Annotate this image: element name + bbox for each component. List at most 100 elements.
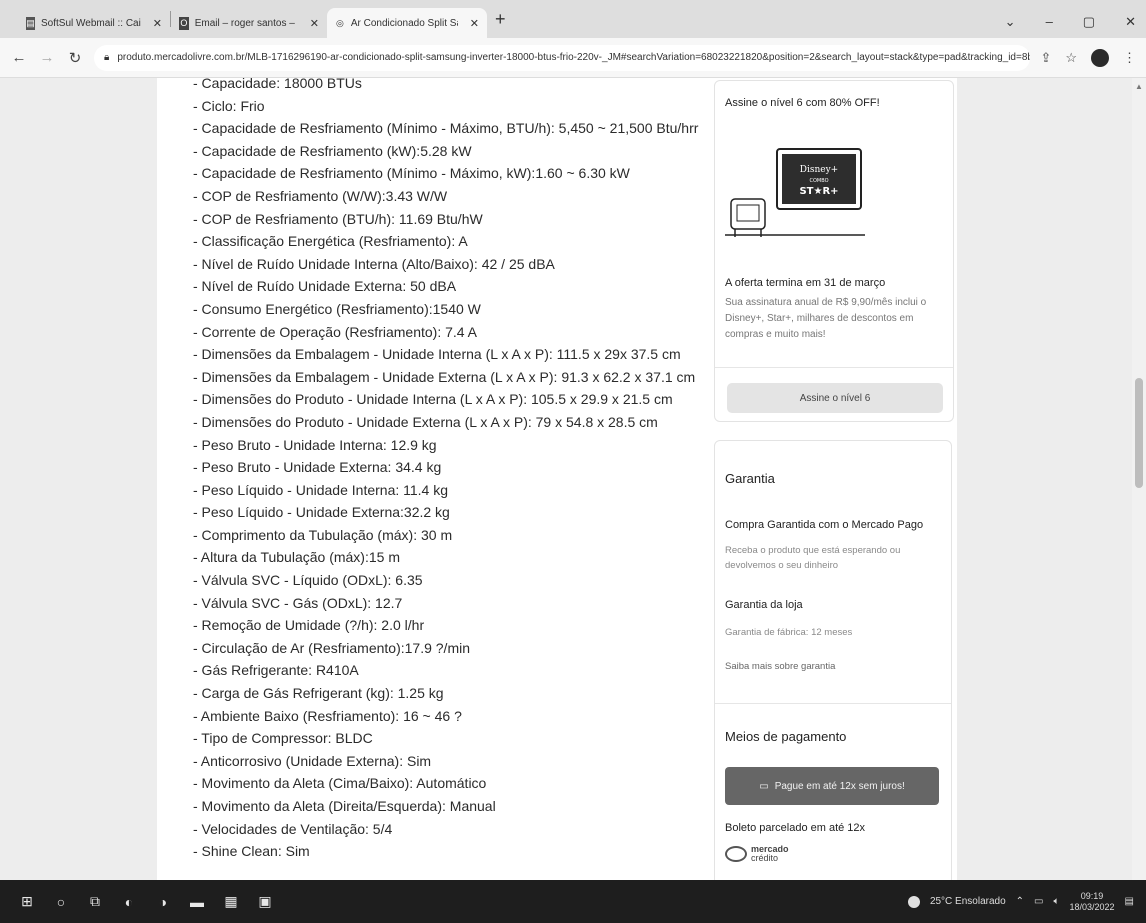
task-view-icon[interactable]: ⧉ (78, 880, 112, 923)
tray-chevron-icon[interactable]: ⌃ (1016, 896, 1024, 907)
brand-line-2: crédito (751, 853, 779, 863)
clock-date: 18/03/2022 (1069, 901, 1115, 912)
tab-mercadolivre[interactable]: ◎ Ar Condicionado Split Samsung ✕ (327, 8, 487, 38)
tab-outlook[interactable]: O Email – roger santos – Outlook ✕ (171, 8, 327, 38)
close-icon[interactable]: ✕ (310, 17, 319, 30)
close-window-icon[interactable]: ✕ (1125, 14, 1136, 30)
spec-item: - Dimensões da Embalagem - Unidade Inter… (193, 346, 681, 363)
reload-icon[interactable]: ↻ (66, 49, 84, 67)
clock[interactable]: 09:19 18/03/2022 (1070, 891, 1115, 913)
warranty-title: Garantia (725, 471, 775, 486)
webmail-icon: ▤ (26, 16, 35, 30)
spec-item: - Capacidade de Resfriamento (Mínimo - M… (193, 120, 699, 137)
spec-item: - Peso Bruto - Unidade Interna: 12.9 kg (193, 436, 437, 453)
spec-item: - Comprimento da Tubulação (máx): 30 m (193, 526, 453, 543)
spec-item: - Consumo Energético (Resfriamento):1540… (193, 300, 481, 317)
mercadolivre-icon: ◎ (335, 17, 344, 28)
tab-webmail[interactable]: ▤ SoftSul Webmail :: Caixa de entr ✕ (18, 8, 170, 38)
calculator-icon[interactable]: ▦ (214, 880, 248, 923)
system-tray: 25°C Ensolarado ⌃ ▭ 🔈︎ 09:19 18/03/2022 … (907, 880, 1134, 923)
file-explorer-icon[interactable]: ▬ (180, 880, 214, 923)
tab-title: Ar Condicionado Split Samsung (350, 17, 458, 29)
spec-list: - Capacidade: 18000 BTUs - Ciclo: Frio - C… (193, 78, 698, 863)
spec-item: - Nível de Ruído Unidade Interna (Alto/B… (193, 255, 555, 272)
subscribe-button[interactable]: Assine o nível 6 (727, 383, 943, 413)
spec-item: - Altura da Tubulação (máx):15 m (193, 549, 400, 566)
offer-title: A oferta termina em 31 de março (725, 277, 886, 289)
spec-item: - Nível de Ruído Unidade Externa: 50 dBA (193, 278, 457, 295)
subscription-header: Assine o nível 6 com 80% OFF! (725, 97, 880, 109)
weather-icon (907, 895, 920, 908)
profile-avatar[interactable] (1091, 48, 1109, 67)
share-icon[interactable]: ⇪ (1040, 50, 1051, 66)
spec-item: - Movimento da Aleta (Direita/Esquerda):… (193, 798, 496, 814)
spec-item: - Ciclo: Frio (193, 97, 265, 114)
windows-start-icon[interactable]: ⊞ (10, 880, 44, 923)
search-icon[interactable]: ○ (44, 880, 78, 923)
tv-illustration: Disney+ COMBO ST★R+ (725, 148, 865, 237)
bookmark-star-icon[interactable]: ☆ (1065, 50, 1077, 66)
window-controls: ⌄ – ▢ ✕ (1005, 14, 1136, 30)
new-tab-button[interactable]: + (495, 9, 506, 30)
offer-description: Sua assinatura anual de R$ 9,90/mês incl… (725, 297, 927, 340)
spec-item: - Tipo de Compressor: BLDC (193, 730, 373, 747)
page-scrollbar[interactable]: ▲ (1132, 78, 1146, 880)
outlook-icon: O (179, 16, 189, 30)
scrollbar-thumb[interactable] (1135, 378, 1143, 488)
browser-tab-strip: ▤ SoftSul Webmail :: Caixa de entr ✕ O E… (0, 0, 1146, 38)
maximize-icon[interactable]: ▢ (1083, 14, 1095, 30)
credit-card-icon: ▭ (759, 780, 769, 792)
lock-icon: 🔒︎ (104, 52, 110, 63)
spec-item: - Velocidades de Ventilação: 5/4 (193, 820, 393, 837)
spec-item: - Peso Bruto - Unidade Externa: 34.4 kg (193, 459, 442, 476)
spec-item: - Ambiente Baixo (Resfriamento): 16 ~ 46… (193, 707, 462, 724)
installments-button[interactable]: ▭ Pague em até 12x sem juros! (725, 767, 939, 805)
spec-item: - Shine Clean: Sim (193, 843, 310, 860)
scroll-up-icon[interactable]: ▲ (1135, 82, 1143, 91)
warranty-more-link[interactable]: Saiba mais sobre garantia (725, 661, 835, 672)
back-icon[interactable]: ← (10, 49, 28, 66)
tab-search-icon[interactable]: ⌄ (1005, 14, 1016, 30)
edge-icon[interactable]: ◐ (112, 880, 146, 923)
store-warranty-title: Garantia da loja (725, 599, 803, 611)
tv-line-2: COMBO (809, 178, 828, 184)
installments-label: Pague em até 12x sem juros! (774, 780, 905, 792)
spec-item: - Válvula SVC - Líquido (ODxL): 6.35 (193, 572, 423, 589)
app-icon[interactable]: ▣ (248, 880, 282, 923)
warranty-payment-card: Garantia Compra Garantida com o Mercado … (714, 440, 952, 880)
store-warranty-desc: Garantia de fábrica: 12 meses (725, 627, 853, 638)
network-icon[interactable]: ▭ (1034, 896, 1043, 907)
mercado-credito-logo: mercado crédito (725, 845, 789, 863)
tab-title: SoftSul Webmail :: Caixa de entr (40, 17, 141, 29)
notifications-icon[interactable]: ▤ (1125, 896, 1134, 907)
spec-item: - Corrente de Operação (Resfriamento): 7… (193, 323, 478, 340)
close-icon[interactable]: ✕ (153, 17, 162, 30)
address-bar[interactable]: 🔒︎ produto.mercadolivre.com.br/MLB-17162… (94, 44, 1031, 71)
payment-title: Meios de pagamento (725, 729, 847, 744)
handshake-icon (725, 846, 747, 862)
spec-item: - Capacidade: 18000 BTUs (193, 78, 362, 91)
close-icon[interactable]: ✕ (470, 17, 479, 30)
tv-line-3: ST★R+ (799, 186, 838, 197)
spec-item: - Classificação Energética (Resfriamento… (193, 233, 468, 250)
spec-item: - Gás Refrigerante: R410A (193, 662, 359, 679)
divider (715, 703, 951, 704)
spec-item: - Remoção de Umidade (?/h): 2.0 l/hr (193, 617, 425, 634)
spec-item: - Circulação de Ar (Resfriamento):17.9 ?… (193, 639, 470, 656)
spec-item: - Movimento da Aleta (Cima/Baixo): Autom… (193, 775, 487, 792)
forward-icon[interactable]: → (38, 49, 56, 66)
tv-line-1: Disney+ (800, 165, 838, 175)
url-text: produto.mercadolivre.com.br/MLB-17162961… (117, 52, 1031, 63)
minimize-icon[interactable]: – (1046, 14, 1053, 30)
spec-item: - COP de Resfriamento (BTU/h): 11.69 Btu… (193, 210, 483, 227)
spec-item: - Dimensões do Produto - Unidade Interna… (193, 391, 673, 408)
windows-taskbar: ⊞ ○ ⧉ ◐ ◑ ▬ ▦ ▣ 25°C Ensolarado ⌃ ▭ 🔈︎ 0… (0, 880, 1146, 923)
mercadopago-guarantee-desc: Receba o produto que está esperando ou d… (725, 545, 901, 571)
tab-title: Email – roger santos – Outlook (194, 17, 298, 29)
spec-item: - Capacidade de Resfriamento (Mínimo - M… (193, 165, 630, 182)
product-content: - Capacidade: 18000 BTUs - Ciclo: Frio - C… (157, 78, 957, 880)
menu-icon[interactable]: ⋮ (1123, 50, 1136, 66)
weather-text[interactable]: 25°C Ensolarado (930, 896, 1006, 907)
volume-icon[interactable]: 🔈︎ (1054, 896, 1060, 907)
chrome-icon[interactable]: ◑ (146, 880, 180, 923)
